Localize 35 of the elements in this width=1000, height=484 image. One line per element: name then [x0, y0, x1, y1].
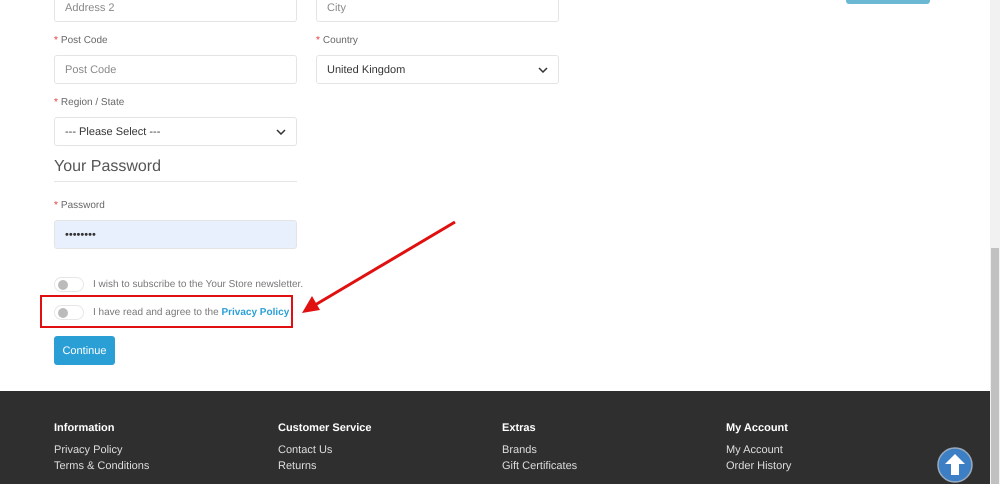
footer-link[interactable]: Returns	[278, 458, 317, 474]
chevron-icon	[276, 128, 286, 134]
footer-heading: Extras	[502, 422, 537, 434]
select-field[interactable]: --- Please Select ---	[54, 117, 297, 146]
field-label: Post Code	[60, 34, 108, 48]
footer-heading: Customer Service	[278, 422, 373, 434]
footer-link[interactable]: Privacy Policy	[54, 442, 122, 458]
scroll-top-icon[interactable]	[937, 447, 973, 483]
required-asterisk: *	[54, 199, 58, 213]
toggle-label: I have read and agree to the Privacy Policy	[93, 306, 290, 318]
footer-link[interactable]: Order History	[726, 458, 792, 474]
footer-heading: Information	[54, 422, 116, 434]
footer-link[interactable]: Contact Us	[278, 442, 332, 458]
toggle-switch[interactable]	[54, 304, 84, 320]
input-field[interactable]: City	[316, 0, 559, 22]
footer-heading: My Account	[726, 422, 789, 434]
scrollbar[interactable]	[990, 0, 1000, 484]
field-label: Country	[322, 34, 358, 48]
footer-link[interactable]: Brands	[502, 442, 537, 458]
password-field[interactable]: ••••••••	[54, 220, 297, 249]
select-field[interactable]: United Kingdom	[316, 55, 559, 84]
chevron-icon	[538, 66, 548, 72]
toggle-label: I wish to subscribe to the Your Store newsletter.	[93, 278, 304, 290]
required-asterisk: *	[54, 96, 58, 110]
footer-link[interactable]: Gift Certificates	[502, 458, 578, 474]
toggle-switch[interactable]	[54, 276, 84, 292]
section-title: Your Password	[54, 158, 297, 182]
required-asterisk: *	[54, 34, 58, 48]
required-asterisk: *	[316, 34, 320, 48]
field-label: Password	[60, 199, 105, 213]
input-field[interactable]: Address 2	[54, 0, 297, 22]
field-label: Region / State	[60, 96, 124, 110]
footer-link[interactable]: My Account	[726, 442, 783, 458]
footer-link[interactable]: Terms & Conditions	[54, 458, 150, 474]
input-field[interactable]: Post Code	[54, 55, 297, 84]
